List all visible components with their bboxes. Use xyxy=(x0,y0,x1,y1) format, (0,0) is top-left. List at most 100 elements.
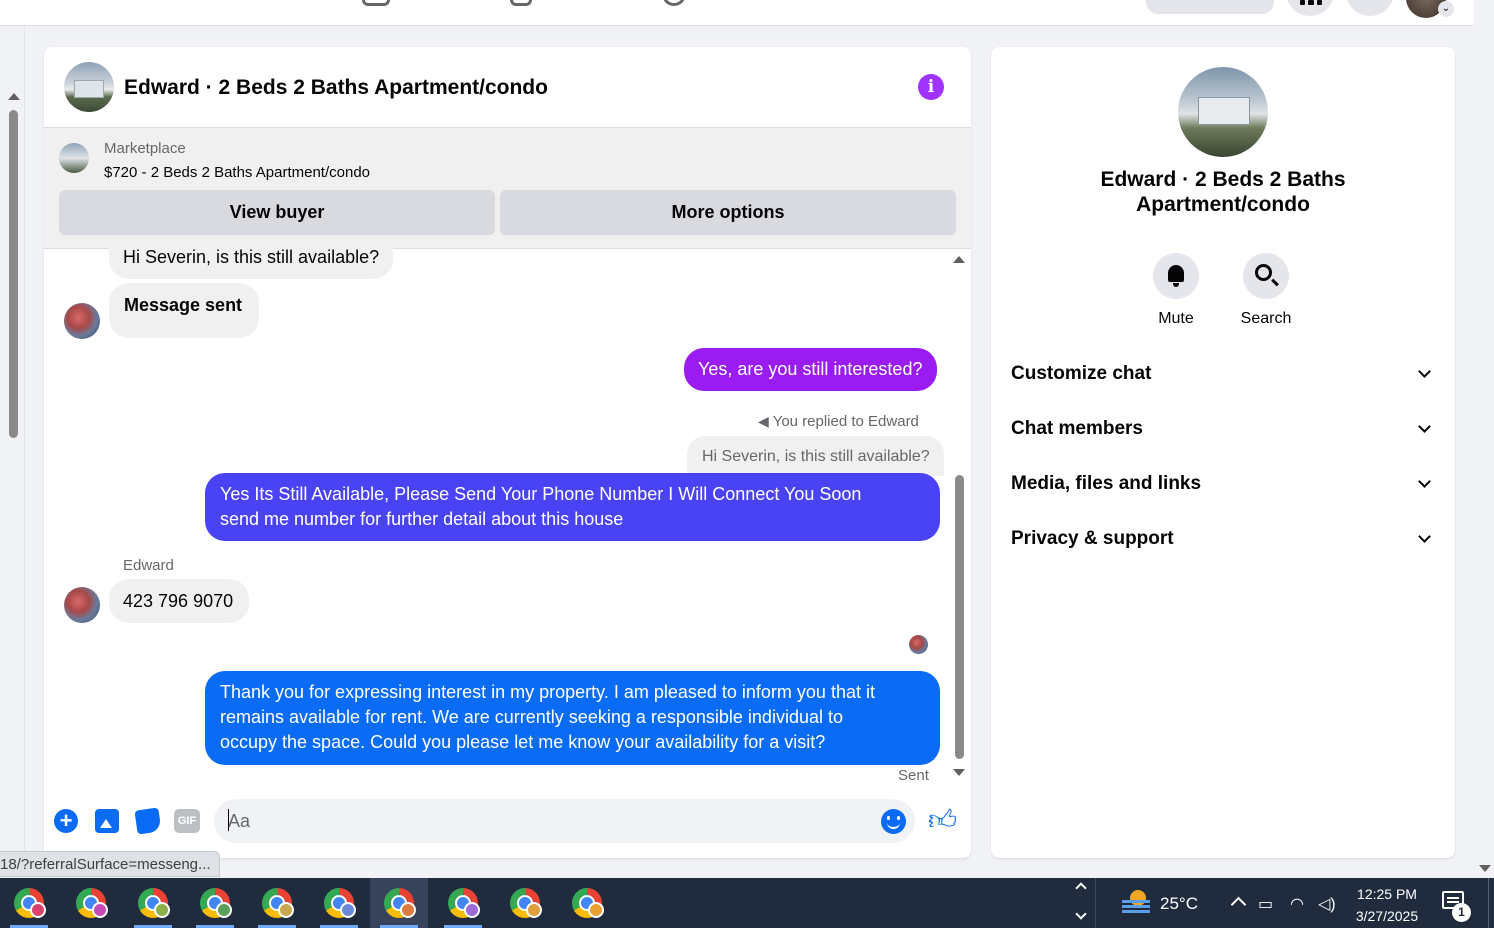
notification-count-badge: 1 xyxy=(1452,903,1471,922)
profile-badge-icon xyxy=(154,902,170,918)
gif-icon[interactable]: GIF xyxy=(174,809,200,833)
taskbar-chrome-app[interactable] xyxy=(496,878,554,928)
sender-avatar[interactable] xyxy=(64,587,100,623)
emoji-icon[interactable] xyxy=(881,809,906,834)
chat-scroll-up-arrow[interactable] xyxy=(953,256,965,263)
message-list: Hi Severin, is this still available? Mes… xyxy=(44,237,971,789)
profile-badge-icon xyxy=(340,902,356,918)
info-icon[interactable]: i xyxy=(918,74,944,100)
profile-badge-icon xyxy=(588,902,604,918)
chevron-down-icon[interactable] xyxy=(1075,908,1087,920)
more-options-button[interactable]: More options xyxy=(500,190,956,235)
bell-icon xyxy=(1168,265,1184,287)
marketplace-icon[interactable] xyxy=(362,0,390,6)
battery-icon[interactable]: ▭ xyxy=(1258,894,1273,914)
reply-icon: ◀ xyxy=(758,413,769,429)
message-input[interactable] xyxy=(214,799,915,843)
sticker-icon[interactable] xyxy=(134,807,162,835)
search-circle[interactable] xyxy=(1243,253,1289,299)
mute-button[interactable]: Mute xyxy=(1141,253,1211,328)
wifi-icon[interactable]: ◠ xyxy=(1290,894,1304,914)
taskbar-chrome-app[interactable] xyxy=(186,878,244,928)
page-scroll-down-arrow[interactable] xyxy=(1479,865,1491,872)
chevron-down-icon xyxy=(1418,365,1431,378)
section-chat-members[interactable]: Chat members xyxy=(1011,414,1435,444)
reply-indicator: ◀ You replied to Edward xyxy=(758,413,919,430)
message-bubble-incoming[interactable]: Message sent xyxy=(109,283,259,338)
message-text: Yes, are you still interested? xyxy=(698,359,923,379)
message-text: Message sent xyxy=(124,295,243,315)
messenger-button[interactable] xyxy=(1346,0,1394,16)
taskbar-chrome-app[interactable] xyxy=(558,878,616,928)
message-text: send me number for further detail about … xyxy=(220,509,624,529)
search-button[interactable]: Search xyxy=(1231,253,1301,328)
clock[interactable]: 12:25 PM 3/27/2025 xyxy=(1348,883,1426,927)
gaming-icon[interactable] xyxy=(510,0,532,6)
groups-icon[interactable] xyxy=(662,0,686,6)
profile-badge-icon xyxy=(92,902,108,918)
taskbar-chrome-app-active[interactable] xyxy=(370,878,428,928)
taskbar-chrome-app[interactable] xyxy=(248,878,306,928)
taskbar-chrome-app[interactable] xyxy=(124,878,182,928)
message-bubble-outgoing[interactable]: Thank you for expressing interest in my … xyxy=(205,671,940,765)
menu-grid-icon xyxy=(1300,0,1322,5)
read-receipt-avatar xyxy=(909,635,928,654)
listing-thumbnail[interactable] xyxy=(59,143,89,173)
section-privacy-support[interactable]: Privacy & support xyxy=(1011,524,1435,554)
message-bubble-incoming[interactable]: Hi Severin, is this still available? xyxy=(109,237,394,279)
chevron-down-icon xyxy=(1418,420,1431,433)
message-bubble-outgoing[interactable]: Yes, are you still interested? xyxy=(684,348,938,391)
message-text: 423 796 9070 xyxy=(123,591,234,611)
conversation-title[interactable]: Edward · 2 Beds 2 Baths Apartment/condo xyxy=(124,76,548,100)
chat-scrollbar-thumb[interactable] xyxy=(955,475,964,759)
message-bubble-incoming[interactable]: 423 796 9070 xyxy=(109,579,249,623)
profile-badge-icon xyxy=(400,902,416,918)
message-bubble-outgoing[interactable]: Yes Its Still Available, Please Send You… xyxy=(205,473,940,541)
sender-name: Edward xyxy=(123,557,174,574)
mute-circle[interactable] xyxy=(1153,253,1199,299)
thumbs-up-icon[interactable]: 👍︎ xyxy=(928,805,957,835)
taskbar-chrome-app[interactable] xyxy=(434,878,492,928)
conversation-avatar-large[interactable] xyxy=(1178,67,1268,157)
taskbar-chrome-app[interactable] xyxy=(0,878,58,928)
chevron-down-icon[interactable]: ⌄ xyxy=(1438,1,1454,17)
message-text: occupy the space. Could you please let m… xyxy=(220,732,826,752)
conversation-name: Edward · 2 Beds 2 Baths Apartment/condo xyxy=(991,167,1455,217)
chat-scroll-down-arrow[interactable] xyxy=(953,769,965,776)
section-media-files-links[interactable]: Media, files and links xyxy=(1011,469,1435,499)
listing-title[interactable]: $720 - 2 Beds 2 Baths Apartment/condo xyxy=(104,164,370,181)
delivery-status: Sent xyxy=(898,767,929,784)
taskbar-chrome-app[interactable] xyxy=(62,878,120,928)
chevron-down-icon xyxy=(1418,475,1431,488)
profile-badge-icon xyxy=(30,902,46,918)
scroll-up-arrow[interactable] xyxy=(8,93,20,100)
conversation-avatar[interactable] xyxy=(64,62,114,112)
link-status-bar: 18/?referralSurface=messeng... xyxy=(0,851,220,877)
reply-label: You replied to Edward xyxy=(772,413,919,430)
view-buyer-button[interactable]: View buyer xyxy=(59,190,495,235)
section-customize-chat[interactable]: Customize chat xyxy=(1011,359,1435,389)
divider xyxy=(1095,878,1096,928)
search-icon xyxy=(1255,264,1272,281)
weather-icon[interactable] xyxy=(1122,890,1150,914)
quoted-message[interactable]: Hi Severin, is this still available? xyxy=(687,436,944,476)
plus-icon[interactable]: + xyxy=(54,809,78,833)
message-text: Hi Severin, is this still available? xyxy=(123,247,380,267)
message-composer: + GIF 👍︎ xyxy=(44,795,971,850)
create-pill-button[interactable] xyxy=(1146,0,1274,14)
marketplace-banner: Marketplace $720 - 2 Beds 2 Baths Apartm… xyxy=(44,128,971,249)
temperature[interactable]: 25°C xyxy=(1160,894,1198,914)
show-hidden-icons-icon[interactable] xyxy=(1230,896,1247,913)
show-desktop-button[interactable] xyxy=(1488,878,1489,928)
message-text: Yes Its Still Available, Please Send You… xyxy=(220,484,862,504)
chevron-up-icon[interactable] xyxy=(1075,882,1087,894)
photo-icon[interactable] xyxy=(95,809,119,833)
text-caret xyxy=(228,809,229,831)
sender-avatar[interactable] xyxy=(64,303,100,339)
section-label: Media, files and links xyxy=(1011,473,1202,494)
taskbar-chrome-app[interactable] xyxy=(310,878,368,928)
volume-icon[interactable]: ◁) xyxy=(1318,894,1336,914)
page-scrollbar-thumb[interactable] xyxy=(9,110,18,438)
section-label: Chat members xyxy=(1011,418,1143,439)
quoted-text: Hi Severin, is this still available? xyxy=(702,448,930,465)
